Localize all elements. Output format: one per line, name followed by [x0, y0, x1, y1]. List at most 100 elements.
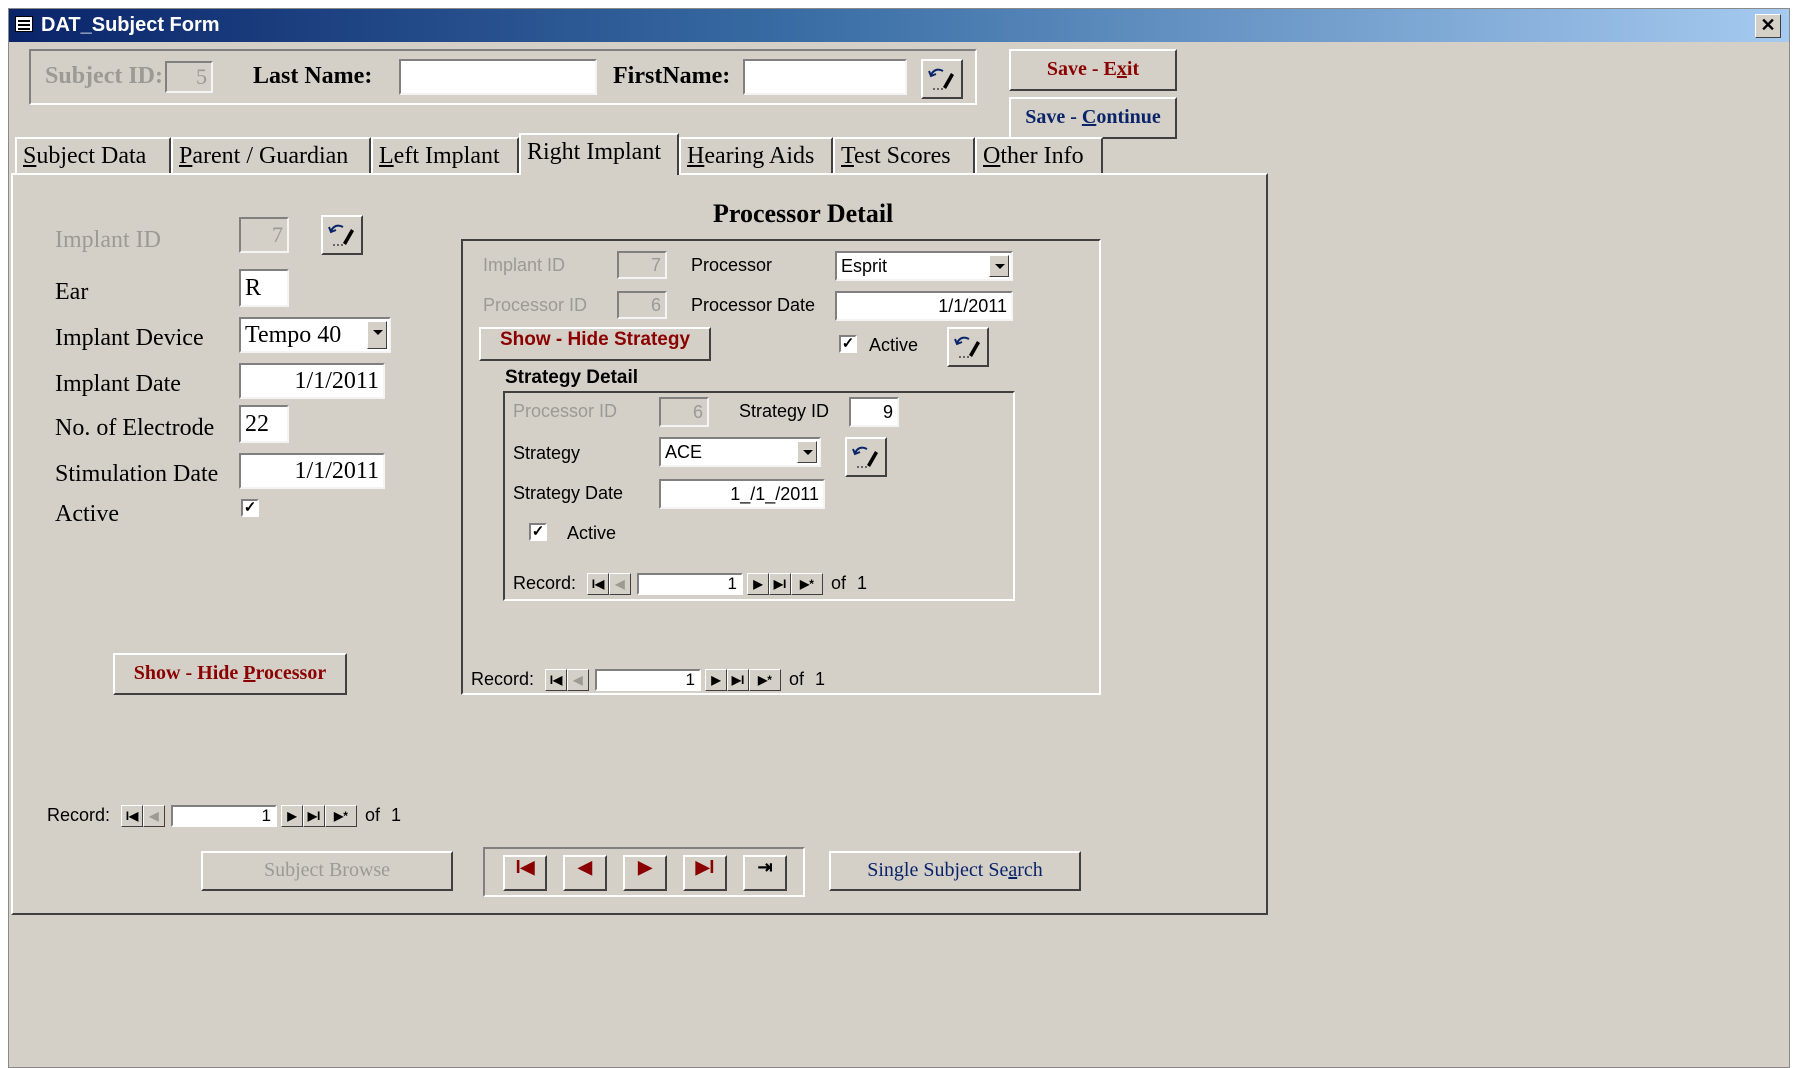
- save-continue-button[interactable]: Save - Continue: [1009, 97, 1177, 139]
- processor-value: Esprit: [841, 256, 888, 276]
- undo-strategy-button[interactable]: [845, 437, 887, 477]
- implant-date-label: Implant Date: [55, 371, 181, 397]
- processor-subform: Implant ID 7 Processor Esprit Processor …: [461, 239, 1101, 695]
- implant-record-navigator: Record: I◀ ◀ 1 ▶ ▶I ▶* of 1: [47, 805, 497, 827]
- new-record-button[interactable]: ▶*: [325, 805, 357, 827]
- processor-date-field[interactable]: 1/1/2011: [835, 291, 1013, 321]
- tab-test-scores[interactable]: Test Scores: [833, 137, 975, 173]
- strategy-detail-title: Strategy Detail: [505, 367, 639, 388]
- strategy-active-checkbox[interactable]: ✓: [529, 523, 547, 541]
- first-record-button[interactable]: I◀: [587, 573, 609, 595]
- electrode-count-label: No. of Electrode: [55, 415, 215, 441]
- next-record-button[interactable]: ▶: [705, 669, 727, 691]
- tab-parent-guardian[interactable]: Parent / Guardian: [171, 137, 371, 173]
- record-number-field[interactable]: 1: [171, 805, 277, 827]
- dropdown-arrow-icon[interactable]: [989, 255, 1009, 277]
- record-total: 1: [815, 669, 826, 689]
- tab-left-implant[interactable]: Left Implant: [371, 137, 519, 173]
- last-record-button[interactable]: ▶I: [303, 805, 325, 827]
- last-name-label: Last Name:: [253, 63, 373, 89]
- next-record-button[interactable]: ▶: [747, 573, 769, 595]
- undo-header-button[interactable]: [921, 59, 963, 99]
- strategy-record-navigator: Record: I◀ ◀ 1 ▶ ▶I ▶* of 1: [513, 573, 933, 595]
- last-name-field[interactable]: [399, 59, 597, 95]
- processor-active-checkbox[interactable]: ✓: [839, 335, 857, 353]
- right-implant-page: Implant ID 7 Ear R Implant Device Tempo …: [11, 173, 1268, 915]
- single-subject-search-button[interactable]: Single Subject Search: [829, 851, 1081, 891]
- strategy-value: ACE: [665, 442, 703, 462]
- tab-other-info[interactable]: Other Info: [975, 137, 1103, 173]
- form-icon: [15, 16, 33, 32]
- last-subject-button[interactable]: ▶I: [683, 855, 727, 891]
- record-number-field[interactable]: 1: [637, 573, 743, 595]
- last-record-button[interactable]: ▶I: [769, 573, 791, 595]
- subject-nav-group: I◀ ◀ ▶ ▶I ⇥: [483, 847, 805, 897]
- subject-header-group: Subject ID: 5 Last Name: FirstName:: [29, 49, 977, 105]
- record-total: 1: [857, 573, 868, 593]
- first-record-button[interactable]: I◀: [121, 805, 143, 827]
- record-label: Record:: [471, 669, 535, 689]
- undo-implant-button[interactable]: [321, 215, 363, 255]
- record-number-field[interactable]: 1: [595, 669, 701, 691]
- prev-record-button[interactable]: ◀: [609, 573, 631, 595]
- show-hide-processor-button[interactable]: Show - Hide Processor: [113, 653, 347, 695]
- strategy-dropdown[interactable]: ACE: [659, 437, 821, 467]
- first-name-field[interactable]: [743, 59, 907, 95]
- show-hide-strategy-button[interactable]: Show - Hide Strategy: [479, 327, 711, 361]
- implant-id-label: Implant ID: [55, 227, 161, 253]
- window-title: DAT_Subject Form: [41, 14, 220, 36]
- processor-label: Processor: [691, 255, 773, 275]
- undo-pencil-icon: [954, 336, 980, 358]
- prev-record-button[interactable]: ◀: [567, 669, 589, 691]
- processor-date-label: Processor Date: [691, 295, 816, 315]
- tab-hearing-aids[interactable]: Hearing Aids: [679, 137, 833, 173]
- implant-device-dropdown[interactable]: Tempo 40: [239, 317, 391, 353]
- processor-id-field: 6: [617, 291, 667, 319]
- form-window: DAT_Subject Form ✕ Subject ID: 5 Last Na…: [8, 8, 1790, 1068]
- strategy-label: Strategy: [513, 443, 581, 463]
- of-label: of: [365, 805, 381, 825]
- tab-subject-data[interactable]: Subject Data: [15, 137, 171, 173]
- first-subject-button[interactable]: I◀: [503, 855, 547, 891]
- of-label: of: [789, 669, 805, 689]
- record-total: 1: [391, 805, 402, 825]
- ear-field[interactable]: R: [239, 269, 289, 307]
- of-label: of: [831, 573, 847, 593]
- record-label: Record:: [47, 805, 111, 825]
- tab-right-implant[interactable]: Right Implant: [519, 133, 679, 175]
- strategy-date-field[interactable]: 1_/1_/2011: [659, 479, 825, 509]
- record-label: Record:: [513, 573, 577, 593]
- undo-processor-button[interactable]: [947, 327, 989, 367]
- processor-active-label: Active: [869, 335, 919, 355]
- undo-pencil-icon: [328, 224, 354, 246]
- strategy-active-label: Active: [567, 523, 617, 543]
- prev-subject-button[interactable]: ◀: [563, 855, 607, 891]
- implant-active-checkbox[interactable]: ✓: [241, 499, 259, 517]
- close-button[interactable]: ✕: [1755, 14, 1781, 38]
- dropdown-arrow-icon[interactable]: [367, 321, 387, 349]
- implant-date-field[interactable]: 1/1/2011: [239, 363, 385, 399]
- first-record-button[interactable]: I◀: [545, 669, 567, 691]
- next-record-button[interactable]: ▶: [281, 805, 303, 827]
- prev-record-button[interactable]: ◀: [143, 805, 165, 827]
- processor-record-navigator: Record: I◀ ◀ 1 ▶ ▶I ▶* of 1: [471, 669, 891, 691]
- undo-pencil-icon: [928, 68, 954, 90]
- next-subject-button[interactable]: ▶: [623, 855, 667, 891]
- stimulation-date-field[interactable]: 1/1/2011: [239, 453, 385, 489]
- strategy-id-field[interactable]: 9: [849, 397, 899, 427]
- implant-id-field: 7: [239, 217, 289, 253]
- exit-door-button[interactable]: ⇥: [743, 855, 787, 891]
- strategy-processor-id-label: Processor ID: [513, 401, 618, 421]
- last-record-button[interactable]: ▶I: [727, 669, 749, 691]
- processor-implant-id-label: Implant ID: [483, 255, 566, 275]
- new-record-button[interactable]: ▶*: [791, 573, 823, 595]
- subject-id-label: Subject ID:: [45, 63, 163, 89]
- strategy-subform: Processor ID 6 Strategy ID 9 Strategy AC…: [503, 391, 1015, 601]
- subject-browse-button[interactable]: Subject Browse: [201, 851, 453, 891]
- dropdown-arrow-icon[interactable]: [797, 441, 817, 463]
- processor-dropdown[interactable]: Esprit: [835, 251, 1013, 281]
- new-record-button[interactable]: ▶*: [749, 669, 781, 691]
- save-exit-button[interactable]: Save - Exit: [1009, 49, 1177, 91]
- electrode-count-field[interactable]: 22: [239, 405, 289, 443]
- title-bar: DAT_Subject Form ✕: [9, 9, 1789, 42]
